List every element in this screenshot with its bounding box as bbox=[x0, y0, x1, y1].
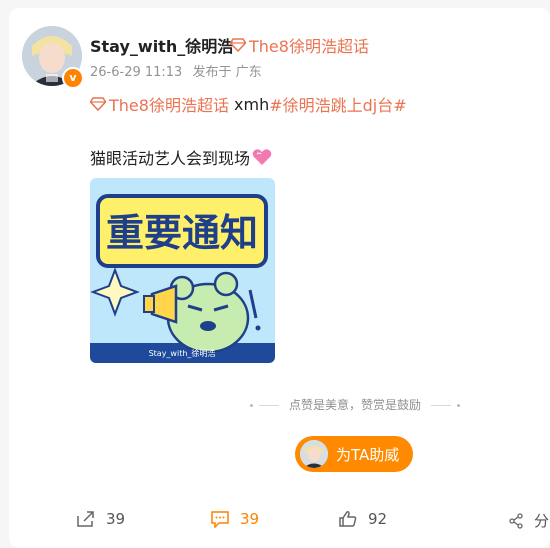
location: 发布于 广东 bbox=[192, 65, 262, 80]
like-action[interactable]: 92 bbox=[338, 510, 387, 528]
post-meta: 26-6-29 11:13 发布于 广东 bbox=[90, 61, 262, 80]
supertopic-label: The8徐明浩超话 bbox=[109, 96, 229, 115]
reward-caption: 点赞是美意，赞赏是鼓励 bbox=[240, 396, 470, 413]
reward-caption-text: 点赞是美意，赞赏是鼓励 bbox=[288, 398, 421, 412]
post-image[interactable]: 重要通知 Stay_with_徐明浩 bbox=[90, 178, 275, 363]
post-body-text: 猫眼活动艺人会到现场 bbox=[90, 149, 251, 168]
support-button-label: 为TA助威 bbox=[336, 445, 400, 464]
more-share-action[interactable]: 分 bbox=[508, 510, 549, 531]
hashtag-link[interactable]: #徐明浩跳上dj台# bbox=[269, 92, 406, 116]
share-icon bbox=[77, 511, 94, 527]
diamond-icon bbox=[90, 97, 106, 111]
notice-illustration: 重要通知 Stay_with_徐明浩 bbox=[90, 178, 275, 363]
divider-line bbox=[259, 405, 280, 406]
mention-text: xmh bbox=[228, 94, 270, 114]
heart-emoji-icon bbox=[252, 149, 272, 165]
post-line-topics: The8徐明浩超话 xmh #徐明浩跳上dj台# bbox=[90, 92, 407, 116]
comment-icon bbox=[211, 511, 229, 528]
username[interactable]: Stay_with_徐明浩 bbox=[90, 33, 233, 57]
supertopic-link[interactable]: The8徐明浩超话 bbox=[90, 92, 229, 116]
timestamp: 26-6-29 11:13 bbox=[90, 65, 183, 80]
divider-dot bbox=[250, 404, 254, 407]
like-count: 92 bbox=[368, 510, 388, 528]
mini-avatar-image bbox=[300, 440, 328, 468]
share-nodes-icon bbox=[509, 512, 523, 529]
share-action[interactable]: 39 bbox=[76, 510, 125, 528]
divider-dot bbox=[456, 404, 460, 407]
more-share-label: 分 bbox=[534, 512, 550, 530]
share-count: 39 bbox=[106, 510, 126, 528]
topic-tag-label: The8徐明浩超话 bbox=[249, 37, 369, 56]
post-body: 猫眼活动艺人会到现场 bbox=[90, 145, 272, 169]
comment-count: 39 bbox=[240, 510, 260, 528]
support-button[interactable]: 为TA助威 bbox=[295, 436, 413, 472]
diamond-icon bbox=[230, 38, 246, 52]
divider-line bbox=[430, 405, 451, 406]
image-watermark: Stay_with_徐明浩 bbox=[149, 348, 216, 358]
thumbs-up-icon bbox=[339, 511, 357, 527]
comment-action[interactable]: 39 bbox=[210, 510, 259, 528]
mini-avatar bbox=[300, 440, 328, 468]
verified-badge-icon: v bbox=[62, 67, 84, 89]
notice-title: 重要通知 bbox=[106, 211, 258, 255]
topic-tag[interactable]: The8徐明浩超话 bbox=[230, 33, 369, 57]
